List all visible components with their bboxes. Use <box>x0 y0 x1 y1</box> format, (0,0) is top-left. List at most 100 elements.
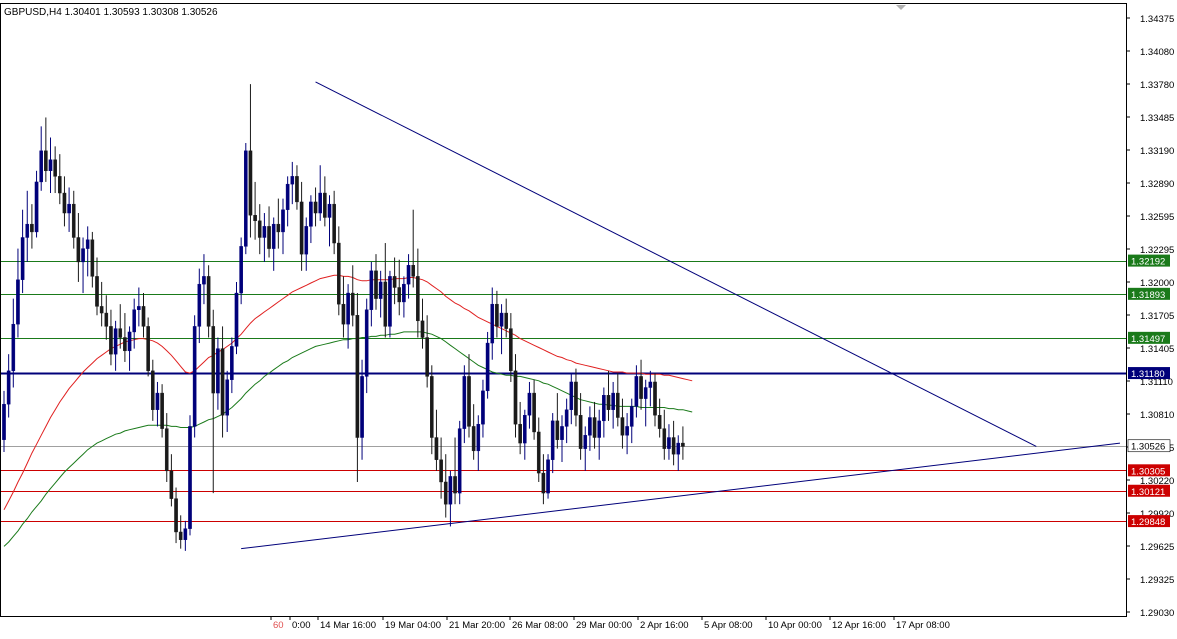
candle-body <box>509 328 513 372</box>
price-tick-label: 1.31405 <box>1140 344 1174 355</box>
price-tick-label: 1.33485 <box>1140 113 1174 124</box>
candle-body <box>257 220 262 238</box>
price-tick-label: 1.34080 <box>1140 47 1174 58</box>
candle-body <box>616 392 620 418</box>
candle-body <box>392 276 397 288</box>
candle-body <box>155 392 160 410</box>
candle-body <box>681 442 685 447</box>
candle-body <box>271 223 276 249</box>
candle-body <box>318 192 323 214</box>
time-tick-label: 17 Apr 08:00 <box>896 620 950 631</box>
candle-body <box>662 428 667 449</box>
candle-body <box>560 426 564 440</box>
candle-body <box>309 201 313 227</box>
candle-body <box>453 476 457 494</box>
candle-body <box>267 226 271 249</box>
candle-body <box>239 246 243 294</box>
price-tick-label: 1.32000 <box>1140 278 1174 289</box>
candle-body <box>39 150 43 183</box>
candle-body <box>127 331 132 352</box>
candle-body <box>588 417 592 436</box>
candle-body <box>597 420 601 438</box>
candle-body <box>109 326 113 355</box>
candle-body <box>671 437 676 455</box>
candle-body <box>374 270 378 299</box>
candle-body <box>430 376 434 438</box>
candle-body <box>164 428 169 472</box>
candle-body <box>518 423 522 444</box>
candle-body <box>346 292 350 325</box>
candle-body <box>118 328 123 338</box>
price-chart[interactable]: 1.34375 1.34080 1.33780 1.33485 1.33190 1.328… <box>0 0 1177 634</box>
time-tick-label: 26 Mar 08:00 <box>512 620 568 631</box>
candle-body <box>462 376 467 429</box>
candle-body <box>81 248 85 263</box>
candle-body <box>397 287 402 303</box>
candle-body <box>434 437 439 460</box>
candle-body <box>243 150 248 247</box>
candle-body <box>141 306 146 327</box>
candle-body <box>276 223 281 233</box>
candle-body <box>406 265 411 285</box>
candle-body <box>620 417 625 436</box>
candle <box>146 317 150 377</box>
candle-body <box>467 376 471 427</box>
candle-body <box>448 476 453 505</box>
candle-body <box>639 376 643 399</box>
candle-body <box>527 392 532 416</box>
candle-body <box>197 283 202 327</box>
candle-body <box>304 226 309 255</box>
candle <box>243 143 248 255</box>
candle-body <box>11 323 16 372</box>
candle-body <box>137 306 141 310</box>
candle-body <box>16 279 20 325</box>
price-label-text: 1.30526 <box>1131 442 1165 453</box>
time-tick-label: 14 Mar 16:00 <box>320 620 376 631</box>
candle-body <box>323 192 327 218</box>
price-label-text: 1.30121 <box>1131 487 1165 498</box>
candle-body <box>192 326 197 427</box>
candle <box>546 454 550 499</box>
price-tick-label: 1.32595 <box>1140 212 1174 223</box>
candle-body <box>220 348 225 416</box>
candle-body <box>443 481 448 505</box>
candle-body <box>648 381 653 388</box>
price-tick-label: 1.33780 <box>1140 80 1174 91</box>
price-tick-label: 1.29030 <box>1140 608 1174 619</box>
time-tick-label: 19 Mar 04:00 <box>385 620 441 631</box>
candle-body <box>67 203 71 214</box>
candle-body <box>281 209 285 233</box>
candle-body <box>653 381 657 416</box>
price-tick-label: 1.34375 <box>1140 14 1174 25</box>
candle-body <box>48 159 53 172</box>
candle-body <box>350 292 355 316</box>
candle-body <box>657 415 662 429</box>
candle-body <box>85 239 90 249</box>
candle-body <box>225 379 230 416</box>
candle-body <box>2 403 6 440</box>
candle-body <box>44 150 48 172</box>
price-label-text: 1.31180 <box>1131 369 1165 380</box>
candle-body <box>290 176 295 185</box>
candle-body <box>634 376 639 407</box>
candle-body <box>299 201 304 255</box>
candle-body <box>30 223 34 233</box>
candle-body <box>625 426 629 436</box>
candle-body <box>411 265 416 277</box>
candle-body <box>337 242 341 305</box>
time-tick-label: 0:00 <box>292 620 311 631</box>
candle-body <box>58 176 62 194</box>
candle-body <box>332 203 336 244</box>
candle-body <box>150 370 155 410</box>
candle-body <box>606 395 611 410</box>
price-tick-label: 1.31705 <box>1140 311 1174 322</box>
candle-body <box>90 239 95 277</box>
candle-body <box>62 192 67 214</box>
candle-body <box>583 435 588 449</box>
time-tick-label: 10 Apr 00:00 <box>768 620 822 631</box>
candle-body <box>457 428 462 494</box>
chart-canvas[interactable]: 1.34375 1.34080 1.33780 1.33485 1.33190 1.328… <box>0 0 1177 634</box>
time-tick-label: 2 Apr 16:00 <box>640 620 689 631</box>
candle-body <box>178 531 183 540</box>
candle-body <box>402 283 406 303</box>
